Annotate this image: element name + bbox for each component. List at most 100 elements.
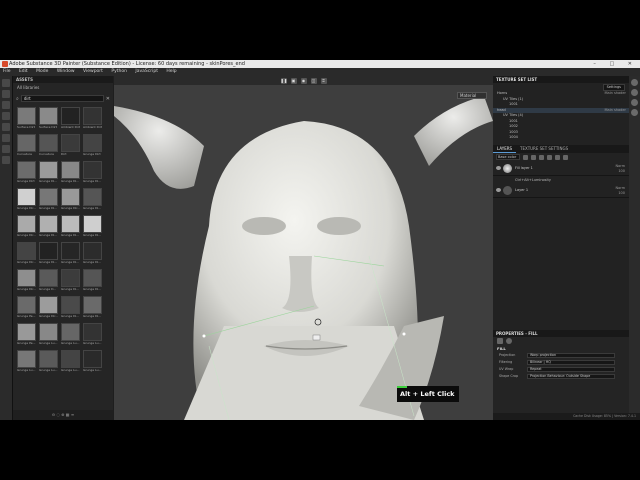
asset-thumbnail[interactable]: Ambient Dirt bbox=[83, 107, 102, 131]
asset-thumbnail[interactable]: Grunge Dirt bbox=[83, 134, 102, 158]
asset-preview-image bbox=[17, 350, 36, 368]
display-settings-icon[interactable] bbox=[631, 89, 638, 96]
add-mask-icon[interactable] bbox=[531, 154, 536, 160]
history-icon[interactable] bbox=[631, 109, 638, 116]
asset-thumbnail[interactable]: Grunge Di... bbox=[83, 296, 102, 320]
tab-layers[interactable]: LAYERS bbox=[493, 145, 517, 153]
polygon-fill-icon[interactable] bbox=[2, 112, 10, 120]
asset-thumbnail[interactable]: Grunge Di... bbox=[61, 161, 80, 185]
asset-thumbnail[interactable]: Grunge Lu... bbox=[83, 323, 102, 347]
right-icon-strip bbox=[629, 76, 640, 420]
add-effect-icon[interactable] bbox=[523, 154, 528, 160]
asset-thumbnail[interactable]: Grunge Dir... bbox=[17, 215, 36, 239]
assets-breadcrumb[interactable]: All libraries bbox=[13, 83, 113, 92]
texture-set-row[interactable]: 1004 bbox=[493, 135, 629, 141]
layer-paint-1[interactable]: Layer 1 Norm 100 bbox=[493, 184, 629, 198]
texture-set-label: UV Tiles (1) bbox=[503, 96, 524, 101]
clear-search-icon[interactable]: ✕ bbox=[106, 96, 110, 102]
delete-layer-icon[interactable] bbox=[563, 154, 568, 160]
asset-thumbnail[interactable]: Grunge Di... bbox=[83, 242, 102, 266]
asset-thumbnail[interactable]: Grunge Di... bbox=[39, 161, 58, 185]
camera-icon[interactable]: ◉ bbox=[300, 77, 307, 84]
channel-dropdown[interactable]: Base color bbox=[496, 154, 520, 160]
tab-texture-set-settings[interactable]: TEXTURE SET SETTINGS bbox=[516, 145, 572, 153]
asset-thumbnail[interactable]: Grunge Lu... bbox=[61, 350, 80, 374]
asset-thumbnail[interactable]: Grunge Dir... bbox=[17, 188, 36, 212]
asset-thumbnail[interactable]: Grunge Lu... bbox=[61, 323, 80, 347]
texture-set-label: 1004 bbox=[509, 135, 518, 139]
window-controls[interactable]: – □ ✕ bbox=[593, 60, 638, 68]
asset-thumbnail[interactable]: Ambient Dirt bbox=[61, 107, 80, 131]
eye-icon[interactable] bbox=[496, 165, 501, 170]
menu-file[interactable]: File bbox=[3, 69, 11, 74]
asset-thumbnail[interactable]: Grunge Pe... bbox=[17, 296, 36, 320]
eye-icon[interactable] bbox=[496, 187, 501, 192]
add-folder-icon[interactable] bbox=[555, 154, 560, 160]
asset-thumbnail[interactable]: Grunge Dirt bbox=[17, 161, 36, 185]
asset-thumbnail[interactable]: Grunge Di... bbox=[39, 215, 58, 239]
eraser-icon[interactable] bbox=[2, 90, 10, 98]
asset-thumbnail[interactable]: Grunge Lu... bbox=[39, 323, 58, 347]
asset-thumbnail[interactable]: Grunge Di... bbox=[83, 269, 102, 293]
split-view-icon[interactable]: ◫ bbox=[310, 77, 317, 84]
shader-icon[interactable] bbox=[631, 79, 638, 86]
asset-thumbnail[interactable]: Surface Dirt bbox=[39, 107, 58, 131]
material-tab-icon[interactable] bbox=[506, 338, 512, 344]
asset-thumbnail[interactable]: Grunge Lu... bbox=[83, 350, 102, 374]
add-paint-layer-icon[interactable] bbox=[547, 154, 552, 160]
asset-thumbnail[interactable]: Curvature bbox=[17, 134, 36, 158]
smudge-icon[interactable] bbox=[2, 123, 10, 131]
layer-fill-1[interactable]: Fill layer 1 Norm 100 bbox=[493, 162, 629, 176]
menu-help[interactable]: Help bbox=[166, 69, 176, 74]
asset-thumbnail[interactable]: Grunge Lu... bbox=[39, 350, 58, 374]
asset-thumbnail[interactable]: Grunge Di... bbox=[61, 242, 80, 266]
texture-set-settings-dropdown[interactable]: Settings bbox=[602, 84, 625, 91]
asset-thumbnail[interactable]: Grunge Dir... bbox=[17, 269, 36, 293]
projection-icon[interactable] bbox=[2, 101, 10, 109]
asset-thumbnail[interactable]: Grunge Di... bbox=[83, 161, 102, 185]
asset-thumbnail[interactable]: Grunge Di... bbox=[83, 215, 102, 239]
camera-settings-icon[interactable] bbox=[631, 99, 638, 106]
menu-javascript[interactable]: JavaScript bbox=[135, 69, 158, 74]
measure-icon[interactable] bbox=[2, 156, 10, 164]
3d-viewport[interactable]: ❚❚ ▣ ◉ ◫ ⌗ Material Alt + Left Click bbox=[114, 76, 493, 420]
asset-thumbnail[interactable]: Grunge Dir... bbox=[17, 242, 36, 266]
asset-thumbnail[interactable]: Grunge Di... bbox=[61, 296, 80, 320]
paint-brush-icon[interactable] bbox=[2, 79, 10, 87]
right-panels: TEXTURE SET LIST Settings Horns Main shad… bbox=[493, 76, 629, 420]
asset-thumbnail[interactable]: Grunge Pe... bbox=[17, 323, 36, 347]
menu-window[interactable]: Window bbox=[57, 69, 75, 74]
asset-thumbnail[interactable]: Dirt bbox=[61, 134, 80, 158]
filtering-dropdown[interactable]: Bilinear | HQ bbox=[527, 360, 615, 365]
add-fill-layer-icon[interactable] bbox=[539, 154, 544, 160]
asset-thumbnail[interactable]: Grunge Di... bbox=[61, 269, 80, 293]
color-picker-icon[interactable] bbox=[2, 145, 10, 153]
asset-thumbnail[interactable]: Grunge Di... bbox=[39, 242, 58, 266]
clone-icon[interactable] bbox=[2, 134, 10, 142]
asset-preview-image bbox=[17, 188, 36, 206]
menu-mode[interactable]: Mode bbox=[36, 69, 48, 74]
pause-icon[interactable]: ❚❚ bbox=[280, 77, 287, 84]
uv-wrap-dropdown[interactable]: Repeat bbox=[527, 367, 615, 372]
menu-edit[interactable]: Edit bbox=[19, 69, 28, 74]
assets-search-input[interactable]: dirt bbox=[20, 95, 104, 102]
asset-thumbnail[interactable]: Grunge D... bbox=[39, 269, 58, 293]
asset-thumbnail[interactable]: Grunge Dir... bbox=[39, 296, 58, 320]
asset-thumbnail[interactable]: Grunge Di... bbox=[39, 188, 58, 212]
mask-effect[interactable]: Ctrl+Alt+Luminosity bbox=[493, 176, 629, 184]
asset-thumbnail[interactable]: Grunge Di... bbox=[83, 188, 102, 212]
fill-tab-icon[interactable] bbox=[497, 338, 503, 344]
asset-thumbnail[interactable]: Grunge Dir... bbox=[61, 188, 80, 212]
asset-thumbnail[interactable]: Grunge Di... bbox=[61, 215, 80, 239]
render-icon[interactable]: ▣ bbox=[290, 77, 297, 84]
menu-python[interactable]: Python bbox=[111, 69, 127, 74]
shape-crop-dropdown[interactable]: Projection Behaviour: Outside Shape bbox=[527, 374, 615, 379]
screenshot-icon[interactable]: ⌗ bbox=[320, 77, 327, 84]
projection-dropdown[interactable]: Warp projection bbox=[527, 353, 615, 358]
asset-thumbnail[interactable]: Grunge Lu... bbox=[17, 350, 36, 374]
asset-thumbnail[interactable]: Curvature bbox=[39, 134, 58, 158]
asset-thumbnail[interactable]: Surface Dirt bbox=[17, 107, 36, 131]
asset-label: Grunge Lu... bbox=[83, 341, 102, 345]
menu-viewport[interactable]: Viewport bbox=[83, 69, 103, 74]
viewport-mode-dropdown[interactable]: Material bbox=[457, 92, 487, 99]
